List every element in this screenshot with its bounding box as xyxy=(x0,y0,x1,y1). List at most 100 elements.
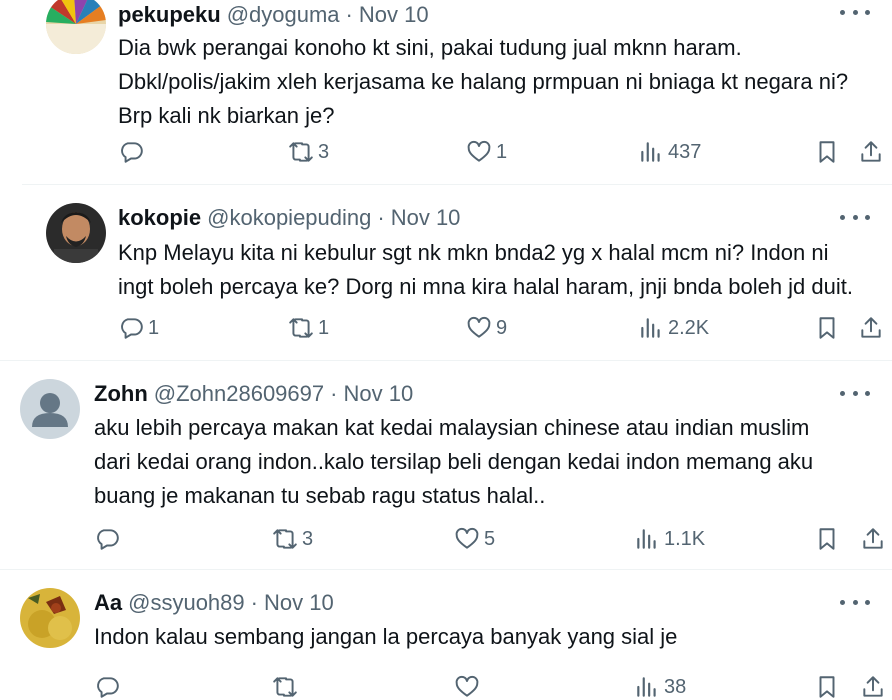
share-icon xyxy=(861,317,881,338)
tweet-text: aku lebih percaya makan kat kedai malays… xyxy=(94,411,813,513)
separator: · xyxy=(250,590,258,615)
like-button[interactable] xyxy=(454,672,484,700)
timestamp[interactable]: Nov 10 xyxy=(359,2,429,28)
repost-count: 3 xyxy=(318,140,330,163)
reply-icon xyxy=(97,529,119,550)
tweet[interactable]: kokopie @kokopiepuding · Nov 10 Knp Mela… xyxy=(22,185,892,359)
heart-icon xyxy=(455,527,479,549)
tweet-text-line: Brp kali nk biarkan je? xyxy=(118,103,335,128)
views-icon xyxy=(641,318,660,338)
more-icon[interactable] xyxy=(840,0,870,24)
views-icon xyxy=(641,142,660,162)
like-count: 1 xyxy=(496,140,508,163)
repost-icon xyxy=(289,318,313,338)
tweet-text-line: buang je makanan tu sebab ragu status ha… xyxy=(94,483,546,508)
tweet-text-line: Dbkl/polis/jakim xleh kerjasama ke halan… xyxy=(118,69,849,94)
timestamp[interactable]: Nov 10 xyxy=(343,381,413,407)
like-button[interactable]: 1 xyxy=(466,137,507,167)
like-button[interactable]: 5 xyxy=(454,524,495,554)
avatar[interactable] xyxy=(46,203,106,263)
repost-button[interactable] xyxy=(272,672,302,700)
display-name[interactable]: Aa xyxy=(94,590,122,616)
share-icon xyxy=(863,528,883,549)
more-icon[interactable] xyxy=(840,205,870,229)
bookmark-button[interactable] xyxy=(814,137,840,167)
reply-button[interactable] xyxy=(118,137,148,167)
reply-button[interactable]: 1 xyxy=(118,313,159,343)
repost-button[interactable]: 3 xyxy=(288,137,329,167)
more-icon[interactable] xyxy=(840,590,870,614)
heart-icon xyxy=(467,140,491,162)
tweet[interactable]: Aa @ssyuoh89 · Nov 10 Indon kalau semban… xyxy=(0,570,892,700)
repost-count: 3 xyxy=(302,527,314,550)
repost-count: 1 xyxy=(318,316,330,339)
bookmark-icon xyxy=(819,676,835,698)
tweet-text-line: ingt boleh percaya ke? Dorg ni mna kira … xyxy=(118,274,853,299)
tweet-text-line: Indon kalau sembang jangan la percaya ba… xyxy=(94,624,678,649)
avatar-image xyxy=(20,588,80,648)
avatar[interactable] xyxy=(20,379,80,439)
separator: · xyxy=(377,205,385,230)
bookmark-button[interactable] xyxy=(814,672,840,700)
tweet[interactable]: pekupeku @dyoguma · Nov 10 Dia bwk peran… xyxy=(22,0,892,184)
view-count: 2.2K xyxy=(668,316,710,339)
tweet-text: Knp Melayu kita ni kebulur sgt nk mkn bn… xyxy=(118,236,853,304)
avatar[interactable] xyxy=(46,0,106,54)
share-button[interactable] xyxy=(858,313,884,343)
share-icon xyxy=(863,676,883,697)
action-bar: 38 xyxy=(94,672,892,700)
views-icon xyxy=(637,677,656,697)
separator: · xyxy=(345,2,353,27)
username[interactable]: @kokopiepuding xyxy=(207,205,371,231)
bookmark-button[interactable] xyxy=(814,524,840,554)
share-button[interactable] xyxy=(860,672,886,700)
more-icon[interactable] xyxy=(840,381,870,405)
views-button[interactable]: 38 xyxy=(634,672,686,700)
repost-button[interactable]: 1 xyxy=(288,313,329,343)
tweet-text-line: Dia bwk perangai konoho kt sini, pakai t… xyxy=(118,35,742,60)
action-bar: 1 1 9 2.2K xyxy=(118,313,892,343)
share-icon xyxy=(861,141,881,162)
action-bar: 3 5 1.1K xyxy=(94,524,892,554)
tweet-text-line: Knp Melayu kita ni kebulur sgt nk mkn bn… xyxy=(118,240,829,265)
like-button[interactable]: 9 xyxy=(466,313,507,343)
repost-icon xyxy=(289,142,313,162)
tweet-text: Indon kalau sembang jangan la percaya ba… xyxy=(94,620,677,654)
reply-count: 1 xyxy=(148,316,160,339)
tweet-header: pekupeku @dyoguma · Nov 10 xyxy=(118,2,429,28)
reply-icon xyxy=(121,318,143,339)
username[interactable]: @Zohn28609697 xyxy=(154,381,324,407)
username[interactable]: @ssyuoh89 xyxy=(128,590,245,616)
avatar[interactable] xyxy=(20,588,80,648)
default-profile-icon xyxy=(20,379,80,439)
share-button[interactable] xyxy=(858,137,884,167)
display-name[interactable]: kokopie xyxy=(118,205,201,231)
tweet-text-line: dari kedai orang indon..kalo tersilap be… xyxy=(94,449,814,474)
like-count: 5 xyxy=(484,527,496,550)
bookmark-button[interactable] xyxy=(814,313,840,343)
tweet-header: Aa @ssyuoh89 · Nov 10 xyxy=(94,590,334,616)
repost-button[interactable]: 3 xyxy=(272,524,313,554)
action-bar: 3 1 437 xyxy=(118,137,892,167)
reply-icon xyxy=(121,142,143,163)
view-count: 437 xyxy=(668,140,702,163)
views-button[interactable]: 437 xyxy=(638,137,701,167)
display-name[interactable]: Zohn xyxy=(94,381,148,407)
share-button[interactable] xyxy=(860,524,886,554)
repost-icon xyxy=(273,529,297,549)
timestamp[interactable]: Nov 10 xyxy=(391,205,461,231)
username[interactable]: @dyoguma xyxy=(227,2,340,28)
reply-icon xyxy=(97,677,119,698)
views-icon xyxy=(637,529,656,549)
tweet-header: Zohn @Zohn28609697 · Nov 10 xyxy=(94,381,413,407)
views-button[interactable]: 2.2K xyxy=(638,313,709,343)
display-name[interactable]: pekupeku xyxy=(118,2,221,28)
tweet-text: Dia bwk perangai konoho kt sini, pakai t… xyxy=(118,31,848,133)
reply-button[interactable] xyxy=(94,524,124,554)
tweet[interactable]: Zohn @Zohn28609697 · Nov 10 aku lebih pe… xyxy=(0,361,892,568)
reply-button[interactable] xyxy=(94,672,124,700)
timestamp[interactable]: Nov 10 xyxy=(264,590,334,616)
views-button[interactable]: 1.1K xyxy=(634,524,705,554)
avatar-image xyxy=(46,203,106,263)
heart-icon xyxy=(467,316,491,338)
